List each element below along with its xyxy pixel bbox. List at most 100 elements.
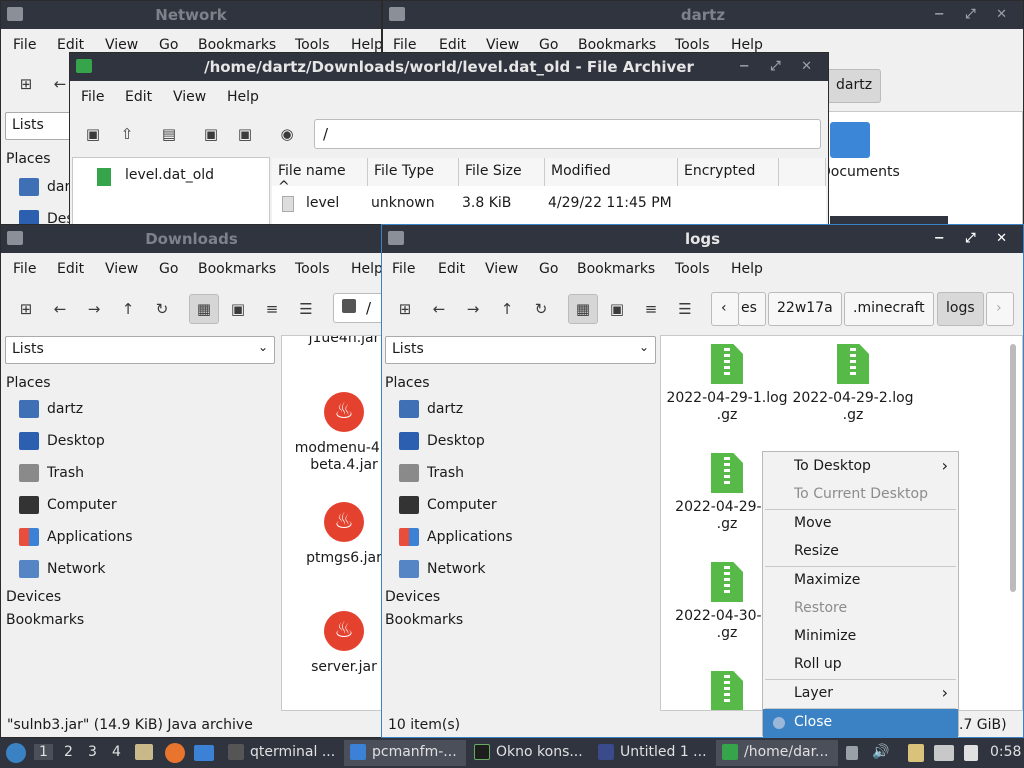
menu-help[interactable]: Help (351, 261, 382, 277)
extract-icon[interactable]: ⇧ (112, 119, 142, 149)
menu-file[interactable]: File (81, 89, 104, 105)
menu-item-close[interactable]: Close (763, 709, 958, 737)
window-controls[interactable]: − ⤢ ✕ (739, 53, 820, 81)
menu-item-layer[interactable]: Layer › (763, 680, 958, 708)
network-titlebar[interactable]: Network (1, 1, 381, 29)
file-item[interactable]: j1ue4n.jar (284, 336, 382, 347)
add-folder-icon[interactable]: ▣ (230, 119, 260, 149)
place-computer[interactable]: Computer (399, 493, 649, 521)
col-encrypted[interactable]: Encrypted (678, 158, 779, 186)
menu-item-to-desktop[interactable]: To Desktop › (763, 453, 958, 481)
menu-view[interactable]: View (105, 37, 138, 53)
table-row[interactable]: level unknown 3.8 KiB 4/29/22 11:45 PM (272, 188, 826, 218)
menu-bookmarks[interactable]: Bookmarks (577, 261, 655, 277)
menu-file[interactable]: File (393, 37, 416, 53)
task-archiver[interactable]: /home/dar... (716, 740, 838, 766)
downloads-titlebar[interactable]: Downloads (1, 225, 382, 253)
workspace-3[interactable]: 3 (88, 744, 97, 760)
menu-help[interactable]: Help (731, 261, 763, 277)
new-tab-icon[interactable]: ⊞ (11, 294, 41, 324)
menu-item-maximize[interactable]: Maximize (763, 567, 958, 595)
menu-file[interactable]: File (13, 37, 36, 53)
firefox-icon[interactable] (165, 743, 185, 763)
menu-item-roll-up[interactable]: Roll up (763, 651, 958, 679)
file-item[interactable]: ♨ ptmgs6.jar (284, 502, 382, 567)
detailed-list-icon[interactable]: ☰ (670, 294, 700, 324)
breadcrumb-segment[interactable]: es (738, 292, 766, 326)
menu-help[interactable]: Help (731, 37, 763, 53)
menu-go[interactable]: Go (159, 37, 178, 53)
menu-bookmarks[interactable]: Bookmarks (198, 261, 276, 277)
window-controls[interactable]: − ⤢ ✕ (934, 225, 1015, 253)
bookmarks-header[interactable]: Bookmarks (6, 612, 84, 628)
compact-view-icon[interactable]: ≡ (636, 294, 666, 324)
forward-arrow-icon[interactable]: → (458, 294, 488, 324)
new-tab-icon[interactable]: ⊞ (390, 294, 420, 324)
col-modified[interactable]: Modified (545, 158, 678, 186)
place-computer[interactable]: Computer (19, 493, 269, 521)
menu-edit[interactable]: Edit (438, 261, 465, 277)
file-item[interactable]: ♨ server.jar (284, 611, 382, 676)
menu-view[interactable]: View (485, 261, 518, 277)
add-file-icon[interactable]: ▣ (196, 119, 226, 149)
task-qterminal[interactable]: qterminal ... (222, 740, 342, 766)
up-arrow-icon[interactable]: ↑ (492, 294, 522, 324)
lock-icon[interactable] (846, 746, 858, 760)
workspace-1[interactable]: 1 (34, 744, 53, 760)
icon-view-icon[interactable]: ▦ (189, 294, 219, 324)
file-item[interactable]: 2022-04-29-2.log .gz (789, 344, 917, 424)
reload-icon[interactable]: ↻ (526, 294, 556, 324)
place-trash[interactable]: Trash (399, 461, 649, 489)
side-pane-mode-select[interactable]: Lists ⌄ (5, 336, 275, 364)
compact-view-icon[interactable]: ≡ (257, 294, 287, 324)
new-tab-icon[interactable]: ⊞ (11, 69, 41, 99)
detailed-list-icon[interactable]: ☰ (291, 294, 321, 324)
col-file-type[interactable]: File Type (368, 158, 459, 186)
volume-icon[interactable]: 🔊 (872, 744, 889, 760)
breadcrumb-segment[interactable]: .minecraft (844, 292, 934, 326)
menu-help[interactable]: Help (227, 89, 259, 105)
menu-edit[interactable]: Edit (125, 89, 152, 105)
tree-item[interactable]: level.dat_old (125, 167, 214, 183)
file-item[interactable]: 2022-04-29-1.log .gz (663, 344, 791, 424)
place-desktop[interactable]: Desktop (399, 429, 649, 457)
up-arrow-icon[interactable]: ↑ (113, 294, 143, 324)
menu-edit[interactable]: Edit (439, 37, 466, 53)
folder-label[interactable]: Documents (820, 164, 900, 180)
file-manager-launcher-icon[interactable] (135, 744, 153, 760)
menu-view[interactable]: View (105, 261, 138, 277)
back-arrow-icon[interactable]: ← (424, 294, 454, 324)
side-pane-mode-select[interactable]: Lists ⌄ (385, 336, 656, 364)
place-applications[interactable]: Applications (399, 525, 649, 553)
window-controls[interactable]: − ⤢ ✕ (934, 1, 1015, 29)
workspace-2[interactable]: 2 (64, 744, 73, 760)
place-dartz[interactable]: dartz (19, 397, 269, 425)
place-dartz[interactable]: dartz (399, 397, 649, 425)
menu-edit[interactable]: Edit (57, 37, 84, 53)
devices-header[interactable]: Devices (385, 589, 440, 605)
reload-icon[interactable]: ↻ (147, 294, 177, 324)
menu-tools[interactable]: Tools (295, 37, 330, 53)
updates-icon[interactable] (964, 745, 978, 761)
task-pcmanfm[interactable]: pcmanfm-... (344, 740, 466, 766)
col-file-size[interactable]: File Size (459, 158, 545, 186)
menu-bookmarks[interactable]: Bookmarks (198, 37, 276, 53)
workspace-4[interactable]: 4 (112, 744, 121, 760)
back-arrow-icon[interactable]: ← (45, 294, 75, 324)
icon-view-icon[interactable]: ▦ (568, 294, 598, 324)
archiver-titlebar[interactable]: /home/dartz/Downloads/world/level.dat_ol… (70, 53, 828, 81)
breadcrumb-dartz[interactable]: dartz (827, 69, 882, 103)
bookmarks-header[interactable]: Bookmarks (385, 612, 463, 628)
breadcrumb-scroll-left-icon[interactable]: ‹ (711, 292, 739, 326)
menu-file[interactable]: File (13, 261, 36, 277)
place-network[interactable]: Network (399, 557, 649, 585)
menu-edit[interactable]: Edit (57, 261, 84, 277)
task-console[interactable]: Okno kons... (468, 740, 590, 766)
thumbnail-view-icon[interactable]: ▣ (602, 294, 632, 324)
task-untitled[interactable]: Untitled 1 ... (592, 740, 714, 766)
logs-titlebar[interactable]: logs − ⤢ ✕ (382, 225, 1023, 253)
menu-help[interactable]: Help (351, 37, 381, 53)
menu-item-move[interactable]: Move (763, 510, 958, 538)
place-network[interactable]: Network (19, 557, 269, 585)
show-desktop-icon[interactable] (194, 745, 214, 761)
